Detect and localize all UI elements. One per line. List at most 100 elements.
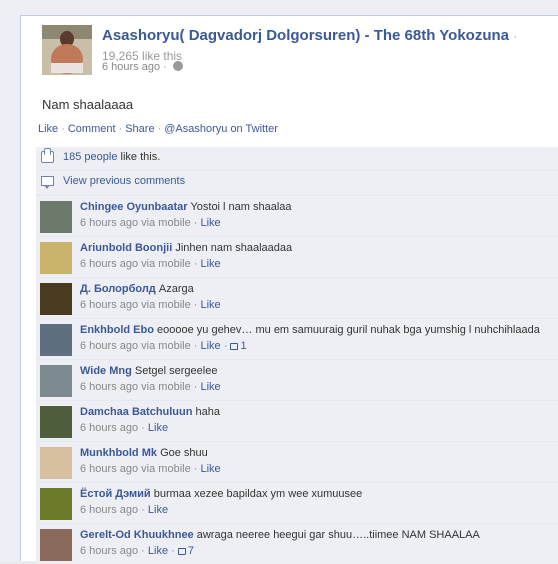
comment-timestamp[interactable]: 6 hours ago: [80, 463, 138, 475]
likes-suffix: like this.: [120, 151, 161, 163]
comment-via: via mobile: [141, 381, 191, 393]
comment-timestamp[interactable]: 6 hours ago: [80, 545, 138, 557]
separator: ·: [61, 123, 65, 135]
story-card: Asashoryu( Dagvadorj Dolgorsuren) - The …: [20, 15, 558, 564]
comment-item: Gerelt-Od Khuukhnee awraga neeree heegui…: [36, 523, 558, 564]
post-timestamp[interactable]: 6 hours ago: [102, 61, 160, 73]
commenter-avatar[interactable]: [40, 324, 72, 356]
comment-item: Ёстой Дэмий burmaa xezee bapildax ym wee…: [36, 482, 558, 523]
comment-author-link[interactable]: Ariunbold Boonjii: [80, 242, 172, 254]
comment-like-link[interactable]: Like: [148, 504, 168, 516]
comment-text-line: Ёстой Дэмий burmaa xezee bapildax ym wee…: [80, 487, 555, 501]
comment-body: Goe shuu: [160, 447, 208, 459]
comment-body: awraga neeree heegui gar shuu…..tiimee N…: [196, 529, 480, 541]
comment-timestamp[interactable]: 6 hours ago: [80, 422, 138, 434]
commenter-avatar[interactable]: [40, 447, 72, 479]
comments-panel: 185 people like this. View previous comm…: [36, 147, 558, 564]
comment-text-line: Ariunbold Boonjii Jinhen nam shaalaadaa: [80, 241, 555, 255]
comment-text-line: Chingee Oyunbaatar Yostoi l nam shaalaa: [80, 200, 555, 214]
comment-item: Damchaa Batchuluun haha 6 hours ago · Lik…: [36, 400, 558, 441]
commenter-avatar[interactable]: [40, 283, 72, 315]
comment-via: via mobile: [141, 299, 191, 311]
comment-item: Munkhbold Mk Goe shuu 6 hours ago via mob…: [36, 441, 558, 482]
view-previous-comments-link[interactable]: View previous comments: [63, 175, 185, 187]
comment-author-link[interactable]: Ёстой Дэмий: [80, 488, 151, 500]
comment-body: eooooe yu gehev… mu em samuuraig guril n…: [157, 324, 540, 336]
comment-like-link[interactable]: Like: [200, 463, 220, 475]
comment-via: via mobile: [141, 463, 191, 475]
comment-author-link[interactable]: Munkhbold Mk: [80, 447, 157, 459]
post-title: Asashoryu( Dagvadorj Dolgorsuren) - The …: [102, 26, 552, 66]
comment-meta: 6 hours ago via mobile · Like: [80, 217, 221, 229]
comment-item: Ariunbold Boonjii Jinhen nam shaalaadaa 6…: [36, 236, 558, 277]
comment-timestamp[interactable]: 6 hours ago: [80, 217, 138, 229]
small-thumb-icon: [230, 343, 239, 350]
view-previous-row: View previous comments: [36, 171, 558, 195]
comment-text-line: Enkhbold Ebo eooooe yu gehev… mu em samu…: [80, 323, 555, 337]
comment-timestamp[interactable]: 6 hours ago: [80, 299, 138, 311]
comment-like-number: 7: [187, 545, 194, 557]
author-profile-picture[interactable]: [42, 25, 92, 75]
comment-like-link[interactable]: Like: [200, 217, 220, 229]
comment-body: Azarga: [158, 283, 194, 295]
comment-item: Enkhbold Ebo eooooe yu gehev… mu em samu…: [36, 318, 558, 359]
comment-author-link[interactable]: Damchaa Batchuluun: [80, 406, 192, 418]
comment-via: via mobile: [141, 217, 191, 229]
comment-timestamp[interactable]: 6 hours ago: [80, 258, 138, 270]
share-link[interactable]: Share: [125, 123, 154, 135]
small-thumb-icon: [177, 548, 186, 555]
comment-like-number: 1: [240, 340, 247, 352]
comment-body: Yostoi l nam shaalaa: [190, 201, 292, 213]
commenter-avatar[interactable]: [40, 242, 72, 274]
comment-timestamp[interactable]: 6 hours ago: [80, 504, 138, 516]
commenter-avatar[interactable]: [40, 406, 72, 438]
comment-timestamp[interactable]: 6 hours ago: [80, 340, 138, 352]
comment-like-link[interactable]: Like: [200, 381, 220, 393]
commenter-avatar[interactable]: [40, 201, 72, 233]
comment-like-count[interactable]: 1: [230, 340, 247, 352]
comment-like-link[interactable]: Like: [200, 258, 220, 270]
separator: ·: [157, 123, 162, 135]
twitter-link[interactable]: @Asashoryu on Twitter: [164, 123, 278, 135]
comment-via: via mobile: [141, 340, 191, 352]
comment-author-link[interactable]: Д. Болорболд: [80, 283, 156, 295]
comment-body: Jinhen nam shaalaadaa: [175, 242, 293, 254]
comment-link[interactable]: Comment: [68, 123, 116, 135]
comment-meta: 6 hours ago via mobile · Like: [80, 463, 221, 475]
comment-author-link[interactable]: Wide Mng: [80, 365, 132, 377]
comment-like-link[interactable]: Like: [148, 545, 168, 557]
comment-text-line: Damchaa Batchuluun haha: [80, 405, 555, 419]
comment-author-link[interactable]: Chingee Oyunbaatar: [80, 201, 188, 213]
likes-row: 185 people like this.: [36, 147, 558, 171]
comment-body: Setgel sergeelee: [134, 365, 218, 377]
comment-like-link[interactable]: Like: [148, 422, 168, 434]
comment-text-line: Wide Mng Setgel sergeelee: [80, 364, 555, 378]
post-action-bar: Like · Comment · Share · @Asashoryu on Twitter: [38, 123, 278, 135]
page-top-edge: [20, 0, 558, 15]
like-link[interactable]: Like: [38, 123, 58, 135]
separator: ·: [118, 123, 123, 135]
post-meta: 6 hours ago ·: [102, 61, 183, 73]
thumb-icon: [41, 148, 54, 163]
comment-author-link[interactable]: Enkhbold Ebo: [80, 324, 154, 336]
comment-author-link[interactable]: Gerelt-Od Khuukhnee: [80, 529, 194, 541]
comment-like-link[interactable]: Like: [200, 299, 220, 311]
post-message: Nam shaalaaaa: [42, 97, 134, 112]
comment-meta: 6 hours ago · Like: [80, 422, 169, 434]
comment-like-link[interactable]: Like: [200, 340, 220, 352]
commenter-avatar[interactable]: [40, 488, 72, 520]
commenter-avatar[interactable]: [40, 529, 72, 561]
comment-meta: 6 hours ago via mobile · Like · 1: [80, 340, 247, 352]
comment-item: Wide Mng Setgel sergeelee 6 hours ago via…: [36, 359, 558, 400]
comment-list: Chingee Oyunbaatar Yostoi l nam shaalaa 6…: [36, 195, 558, 564]
comment-item: Chingee Oyunbaatar Yostoi l nam shaalaa 6…: [36, 195, 558, 236]
comment-meta: 6 hours ago · Like · 7: [80, 545, 194, 557]
comment-timestamp[interactable]: 6 hours ago: [80, 381, 138, 393]
author-link[interactable]: Asashoryu( Dagvadorj Dolgorsuren) - The …: [102, 27, 509, 44]
comment-via: via mobile: [141, 258, 191, 270]
commenter-avatar[interactable]: [40, 365, 72, 397]
comment-like-count[interactable]: 7: [177, 545, 194, 557]
likes-count-link[interactable]: 185 people: [63, 151, 117, 163]
comment-meta: 6 hours ago via mobile · Like: [80, 299, 221, 311]
bubble-icon: [41, 176, 54, 189]
